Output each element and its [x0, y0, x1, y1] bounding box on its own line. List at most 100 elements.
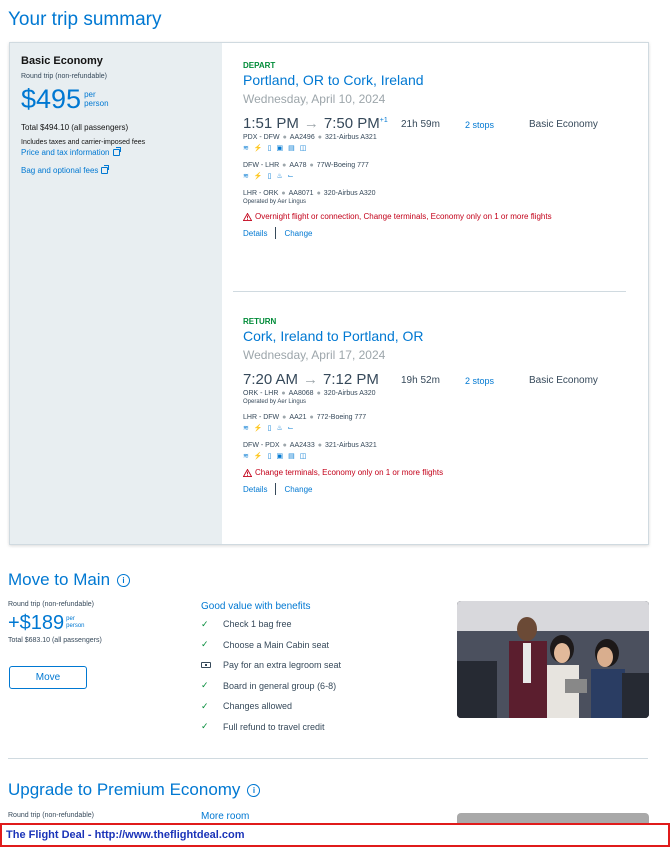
return-duration: 19h 52m	[401, 375, 440, 386]
benefit-item: ✓ Changes allowed	[201, 696, 341, 717]
meal-icon: ♨	[276, 425, 283, 432]
depart-date: Wednesday, April 10, 2024	[243, 92, 386, 106]
depart-stops-link[interactable]: 2 stops	[465, 120, 529, 130]
bag-fees-link[interactable]: Bag and optional fees	[21, 165, 211, 175]
upgrade-photo	[457, 813, 649, 823]
depart-times-row: 1:51 PM → 7:50 PM+1 21h 59m 2 stops Basic Eco…	[243, 115, 638, 133]
return-warning: Change terminals, Economy only on 1 or m…	[243, 468, 638, 477]
power-icon: ⚡	[253, 173, 263, 180]
depart-links: Details Change	[243, 227, 638, 239]
details-link[interactable]: Details	[243, 485, 267, 494]
arrow-icon: →	[303, 371, 319, 388]
benefit-text: Changes allowed	[223, 701, 293, 712]
return-stops-link[interactable]: 2 stops	[465, 376, 529, 386]
streaming-icon: ◫	[299, 145, 307, 152]
amenities: ≋ ⚡ ▯ ▣ ▤ ◫	[243, 452, 638, 461]
upgrade-benefits-title: More room	[201, 811, 250, 822]
depart-warning: Overnight flight or connection, Change t…	[243, 212, 638, 221]
return-route: Cork, Ireland to Portland, OR	[243, 328, 424, 344]
move-to-main-title: Move to Main i	[8, 570, 131, 590]
details-link[interactable]: Details	[243, 229, 267, 238]
return-times: 7:20 AM → 7:12 PM	[243, 371, 379, 388]
day-offset: +1	[379, 117, 388, 124]
depart-times: 1:51 PM → 7:50 PM+1	[243, 115, 388, 132]
benefit-text: Choose a Main Cabin seat	[223, 639, 330, 650]
change-link[interactable]: Change	[284, 229, 312, 238]
leg-divider	[233, 291, 626, 292]
benefit-item: ✓ Full refund to travel credit	[201, 717, 341, 738]
info-icon[interactable]: i	[247, 783, 261, 797]
benefit-text: Board in general group (6-8)	[223, 680, 337, 691]
amenities: ≋ ⚡ ▯ ▣ ▤ ◫	[243, 144, 638, 153]
wifi-icon: ≋	[243, 453, 249, 460]
arrow-icon: →	[303, 115, 319, 132]
usb-icon: ▯	[267, 425, 272, 432]
return-times-row: 7:20 AM → 7:12 PM 19h 52m 2 stops Basic Econo…	[243, 371, 638, 389]
flight-segment: PDX - DFW ● AA2496 ● 321-Airbus A321	[243, 134, 377, 141]
tv-icon: ▣	[276, 453, 284, 460]
wifi-icon: ≋	[243, 145, 249, 152]
power-icon: ⚡	[253, 145, 263, 152]
move-total: Total $683.10 (all passengers)	[8, 637, 102, 644]
depart-duration: 21h 59m	[401, 119, 440, 130]
fare-price-amount: $495	[21, 84, 82, 114]
check-icon: ✓	[201, 680, 209, 691]
change-link[interactable]: Change	[284, 485, 312, 494]
usb-icon: ▯	[267, 145, 272, 152]
move-button[interactable]: Move	[9, 666, 87, 689]
benefit-item: Pay for an extra legroom seat	[201, 655, 341, 676]
upgrade-title: Upgrade to Premium Economy i	[8, 780, 261, 800]
fare-name: Basic Economy	[21, 55, 103, 67]
amenities: ≋ ⚡ ▯ ♨ ⌙	[243, 172, 638, 181]
info-icon[interactable]: i	[117, 573, 131, 587]
move-to-main-price: Round trip (non-refundable) +$189 per per…	[8, 601, 102, 644]
flight-segment: LHR - ORK ● AA8071 ● 320-Airbus A320	[243, 190, 376, 197]
flight-segment: DFW - LHR ● AA78 ● 77W-Boeing 777	[243, 162, 369, 169]
move-price: +$189 per person	[8, 613, 102, 633]
depart-route: Portland, OR to Cork, Ireland	[243, 72, 424, 88]
page-title: Your trip summary	[8, 9, 162, 30]
benefit-item: ✓ Board in general group (6-8)	[201, 676, 341, 697]
fare-total: Total $494.10 (all passengers)	[21, 123, 129, 132]
tv-icon: ▣	[276, 145, 284, 152]
entertainment-icon: ▤	[288, 453, 295, 460]
price-tax-link[interactable]: Price and tax information	[21, 147, 211, 157]
power-icon: ⚡	[253, 453, 263, 460]
streaming-icon: ◫	[299, 453, 307, 460]
main-cabin-photo	[457, 601, 649, 718]
passengers-photo	[457, 601, 649, 718]
trip-summary-card: Basic Economy Round trip (non-refundable…	[9, 42, 649, 545]
warning-icon	[243, 212, 252, 221]
wifi-icon: ≋	[243, 173, 249, 180]
lieflat-icon: ⌙	[287, 425, 294, 432]
seat-icon	[201, 660, 223, 670]
watermark-banner: The Flight Deal - http://www.theflightde…	[0, 823, 670, 847]
return-date: Wednesday, April 17, 2024	[243, 348, 386, 362]
move-trip-type: Round trip (non-refundable)	[8, 601, 94, 608]
benefits-list: Good value with benefits ✓ Check 1 bag fr…	[201, 601, 341, 737]
return-label: RETURN	[243, 317, 277, 326]
lieflat-icon: ⌙	[287, 173, 294, 180]
benefit-item: ✓ Choose a Main Cabin seat	[201, 635, 341, 656]
usb-icon: ▯	[267, 453, 272, 460]
meal-icon: ♨	[276, 173, 283, 180]
amenities: ≋ ⚡ ▯ ♨ ⌙	[243, 424, 638, 433]
usb-icon: ▯	[267, 173, 272, 180]
depart-cabin: Basic Economy	[529, 119, 598, 130]
benefit-text: Check 1 bag free	[223, 619, 292, 630]
check-icon: ✓	[201, 700, 209, 711]
fare-includes: Includes taxes and carrier-imposed fees	[21, 139, 146, 146]
external-link-icon	[112, 147, 121, 156]
benefit-text: Full refund to travel credit	[223, 721, 325, 732]
return-links: Details Change	[243, 483, 638, 495]
benefits-title: Good value with benefits	[201, 601, 311, 612]
check-icon: ✓	[201, 618, 209, 629]
fare-per-person: per person	[84, 90, 109, 108]
move-price-amount: +$189	[8, 612, 65, 634]
check-icon: ✓	[201, 721, 209, 732]
flight-segment: ORK - LHR ● AA8068 ● 320-Airbus A320	[243, 390, 376, 397]
section-divider	[8, 758, 648, 759]
depart-leg: DEPART Portland, OR to Cork, Ireland Wedne…	[243, 61, 638, 239]
upgrade-trip-type: Round trip (non-refundable)	[8, 812, 94, 819]
flight-segment: DFW - PDX ● AA2433 ● 321-Airbus A321	[243, 442, 377, 449]
